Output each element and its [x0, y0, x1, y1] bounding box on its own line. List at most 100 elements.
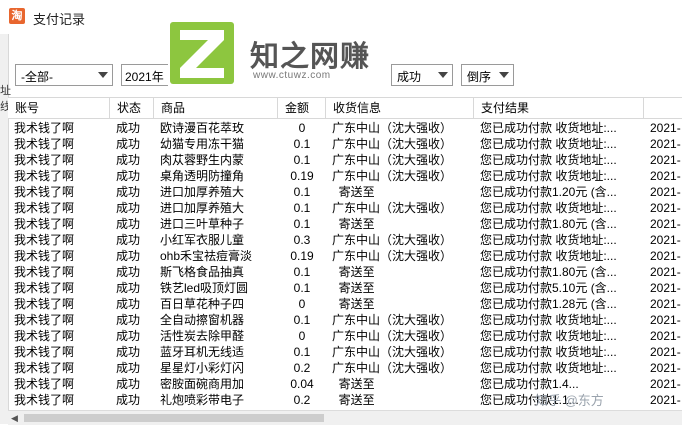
- cell-result: 您已成功付款 收货地址:...: [480, 233, 617, 247]
- cell-account: 我术钱了啊: [14, 329, 75, 343]
- column-header-amount[interactable]: 金额: [278, 98, 326, 118]
- column-header-product[interactable]: 商品: [154, 98, 278, 118]
- cell-result: 您已成功付款 收货地址:...: [480, 137, 617, 151]
- cell-amount: 0.19: [290, 249, 314, 263]
- chevron-down-icon: [499, 72, 509, 78]
- table-row[interactable]: 我术钱了啊 成功 进口三叶草种子 0.1 寄送至 您已成功付款1.80元 (含... 20…: [8, 216, 682, 232]
- cell-account: 我术钱了啊: [14, 121, 75, 135]
- cell-product: 进口加厚养殖大: [160, 201, 245, 215]
- table-row[interactable]: 我术钱了啊 成功 幼猫专用冻干猫 0.1 广东中山（沈大强收） 您已成功付款 收货地址:.…: [8, 136, 682, 152]
- scope-filter-select[interactable]: -全部-: [15, 64, 113, 86]
- cell-amount: 0.1: [293, 201, 311, 215]
- cell-amount: 0: [298, 121, 306, 135]
- watermark-logo: [170, 22, 234, 84]
- column-header-account[interactable]: 账号: [8, 98, 110, 118]
- cell-date: 2021-: [650, 313, 681, 327]
- cell-product: 星星灯小彩灯闪: [160, 361, 245, 375]
- cell-product: 铁艺led吸顶灯圆: [160, 281, 249, 295]
- cell-result: 您已成功付款 收货地址:...: [480, 249, 617, 263]
- z-logo-icon: [180, 30, 224, 78]
- cell-amount: 0.1: [293, 185, 311, 199]
- table-header: 账号 状态 商品 金额 收货信息 支付结果: [8, 98, 682, 119]
- cell-address: 广东中山（沈大强收）: [332, 345, 453, 359]
- cell-result: 您已成功付款1.80元 (含...: [480, 265, 617, 279]
- column-header-result[interactable]: 支付结果: [474, 98, 644, 118]
- cell-result: 您已成功付款 收货地址:...: [480, 153, 617, 167]
- cell-address: 广东中山（沈大强收）: [332, 329, 453, 343]
- table-row[interactable]: 我术钱了啊 成功 欧诗漫百花萃玫 0 广东中山（沈大强收） 您已成功付款 收货地址:...…: [8, 120, 682, 136]
- cell-date: 2021-: [650, 201, 681, 215]
- cell-account: 我术钱了啊: [14, 169, 75, 183]
- cell-product: 肉苁蓉野生内蒙: [160, 153, 245, 167]
- cell-address: 寄送至: [332, 281, 375, 295]
- status-filter-select[interactable]: 成功: [391, 64, 453, 86]
- table-row[interactable]: 我术钱了啊 成功 小红军衣服儿童 0.3 广东中山（沈大强收） 您已成功付款 收货地址:.…: [8, 232, 682, 248]
- horizontal-scrollbar[interactable]: ◀: [8, 410, 682, 425]
- cell-status: 成功: [116, 313, 141, 327]
- column-header-address[interactable]: 收货信息: [326, 98, 474, 118]
- table-row[interactable]: 我术钱了啊 成功 进口加厚养殖大 0.1 寄送至 您已成功付款1.20元 (含... 20…: [8, 184, 682, 200]
- table-row[interactable]: 我术钱了啊 成功 全自动擦窗机器 0.1 广东中山（沈大强收） 您已成功付款 收货地址:.…: [8, 312, 682, 328]
- cell-result: 您已成功付款 收货地址:...: [480, 345, 617, 359]
- cell-date: 2021-: [650, 137, 681, 151]
- cell-status: 成功: [116, 217, 141, 231]
- column-header-status[interactable]: 状态: [110, 98, 154, 118]
- cell-address: 寄送至: [332, 377, 375, 391]
- table-row[interactable]: 我术钱了啊 成功 肉苁蓉野生内蒙 0.1 广东中山（沈大强收） 您已成功付款 收货地址:.…: [8, 152, 682, 168]
- cell-account: 我术钱了啊: [14, 265, 75, 279]
- cell-status: 成功: [116, 361, 141, 375]
- cell-date: 2021-: [650, 153, 681, 167]
- cell-amount: 0.1: [293, 217, 311, 231]
- cell-account: 我术钱了啊: [14, 281, 75, 295]
- cell-status: 成功: [116, 345, 141, 359]
- window-title: 支付记录: [33, 12, 86, 27]
- table-row[interactable]: 我术钱了啊 成功 铁艺led吸顶灯圆 0.1 寄送至 您已成功付款5.10元 (含...…: [8, 280, 682, 296]
- table-row[interactable]: 我术钱了啊 成功 蓝牙耳机无线适 0.1 广东中山（沈大强收） 您已成功付款 收货地址:.…: [8, 344, 682, 360]
- cell-product: 小红军衣服儿童: [160, 233, 245, 247]
- scrollbar-thumb[interactable]: [24, 414, 324, 422]
- cell-status: 成功: [116, 185, 141, 199]
- cell-date: 2021-: [650, 393, 681, 407]
- table-row[interactable]: 我术钱了啊 成功 ohb禾宝祛痘膏淡 0.19 广东中山（沈大强收） 您已成功付款 收货地…: [8, 248, 682, 264]
- cell-address: 寄送至: [332, 297, 375, 311]
- scroll-left-icon[interactable]: ◀: [11, 413, 18, 424]
- table-row[interactable]: 我术钱了啊 成功 百日草花种子四 0 寄送至 您已成功付款1.28元 (含... 2021…: [8, 296, 682, 312]
- cell-status: 成功: [116, 233, 141, 247]
- cell-date: 2021-: [650, 121, 681, 135]
- scope-filter-value: -全部-: [21, 70, 53, 84]
- table-row[interactable]: 我术钱了啊 成功 斯飞格食品抽真 0.1 寄送至 您已成功付款1.80元 (含... 20…: [8, 264, 682, 280]
- cell-account: 我术钱了啊: [14, 345, 75, 359]
- cell-product: 蓝牙耳机无线适: [160, 345, 245, 359]
- cell-product: 进口加厚养殖大: [160, 185, 245, 199]
- cell-amount: 0.19: [290, 169, 314, 183]
- cell-product: 礼炮喷彩带电子: [160, 393, 245, 407]
- cell-date: 2021-: [650, 265, 681, 279]
- cell-account: 我术钱了啊: [14, 297, 75, 311]
- date-value: 2021年: [125, 70, 164, 84]
- cell-result: 您已成功付款 收货地址:...: [480, 201, 617, 215]
- chevron-down-icon: [98, 72, 108, 78]
- cell-status: 成功: [116, 169, 141, 183]
- sort-order-select[interactable]: 倒序: [461, 64, 514, 86]
- cell-account: 我术钱了啊: [14, 233, 75, 247]
- cell-result: 您已成功付款 收货地址:...: [480, 121, 617, 135]
- cell-account: 我术钱了啊: [14, 377, 75, 391]
- cell-account: 我术钱了啊: [14, 185, 75, 199]
- table-row[interactable]: 我术钱了啊 成功 进口加厚养殖大 0.1 广东中山（沈大强收） 您已成功付款 收货地址:.…: [8, 200, 682, 216]
- cell-status: 成功: [116, 377, 141, 391]
- table-row[interactable]: 我术钱了啊 成功 活性炭去除甲醛 0 广东中山（沈大强收） 您已成功付款 收货地址:...…: [8, 328, 682, 344]
- cell-account: 我术钱了啊: [14, 249, 75, 263]
- table-row[interactable]: 我术钱了啊 成功 桌角透明防撞角 0.19 广东中山（沈大强收） 您已成功付款 收货地址:…: [8, 168, 682, 184]
- cell-amount: 0.3: [293, 233, 311, 247]
- cell-date: 2021-: [650, 377, 681, 391]
- cell-amount: 0.1: [293, 137, 311, 151]
- cell-account: 我术钱了啊: [14, 153, 75, 167]
- cell-status: 成功: [116, 153, 141, 167]
- cell-amount: 0: [298, 297, 306, 311]
- cell-product: 活性炭去除甲醛: [160, 329, 245, 343]
- cell-address: 广东中山（沈大强收）: [332, 137, 453, 151]
- table-row[interactable]: 我术钱了啊 成功 星星灯小彩灯闪 0.2 广东中山（沈大强收） 您已成功付款 收货地址:.…: [8, 360, 682, 376]
- cell-product: 桌角透明防撞角: [160, 169, 245, 183]
- cell-address: 寄送至: [332, 265, 375, 279]
- payment-records-table: 账号 状态 商品 金额 收货信息 支付结果 我术钱了啊 成功 欧诗漫百花萃玫 0 广东中…: [8, 97, 682, 411]
